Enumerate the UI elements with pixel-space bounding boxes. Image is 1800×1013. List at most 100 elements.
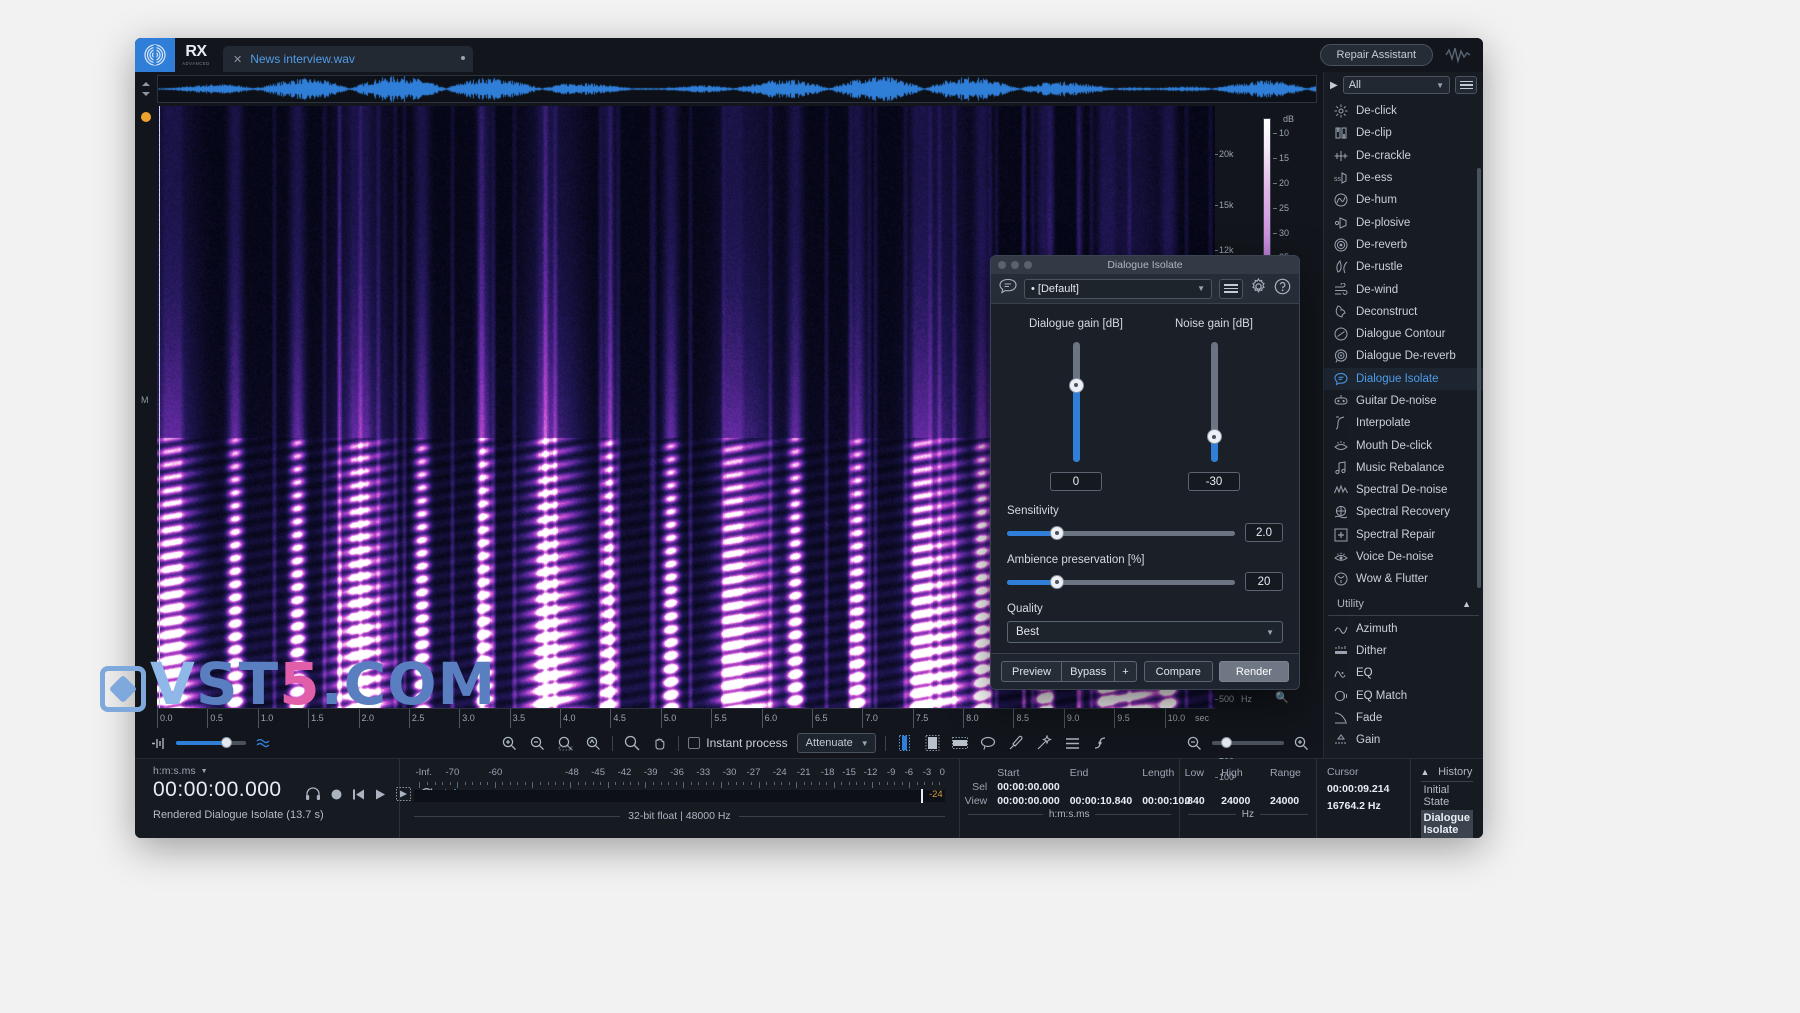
attenuate-dropdown[interactable]: Attenuate ▼ [797,733,876,753]
waveform-icon[interactable] [1445,46,1471,64]
help-icon[interactable] [1274,278,1291,300]
overview-waveform[interactable] [157,75,1317,103]
module-filter-dropdown[interactable]: All ▼ [1343,76,1450,94]
headphone-monitor-icon[interactable] [305,787,321,804]
sidebar-item-dialogue-contour[interactable]: Dialogue Contour [1324,323,1483,345]
noise-gain-knob[interactable] [1207,429,1222,444]
sel-end-value[interactable] [1065,780,1137,794]
add-preview-button[interactable]: + [1115,662,1135,681]
preset-comment-icon[interactable] [999,278,1017,299]
zoom-out-icon[interactable]: 🔍 [1275,691,1289,704]
sidebar-item-music-rebalance[interactable]: Music Rebalance [1324,457,1483,479]
time-ruler-bar[interactable]: sec 0.00.51.01.52.02.53.03.54.04.55.05.5… [157,708,1215,728]
sidebar-item-deconstruct[interactable]: Deconstruct [1324,301,1483,323]
bypass-button[interactable]: Bypass [1062,662,1115,681]
sidebar-item-interpolate[interactable]: Interpolate [1324,412,1483,434]
skip-to-start-icon[interactable] [352,788,365,804]
magnify-tool-icon[interactable] [622,734,641,753]
repair-assistant-button[interactable]: Repair Assistant [1320,44,1433,66]
freq-high-value[interactable]: 24000 [1216,794,1265,808]
time-marker-icon[interactable] [141,112,151,122]
sensitivity-knob[interactable] [1050,526,1064,540]
sidebar-item-de-hum[interactable]: De-hum [1324,189,1483,211]
horizontal-zoom-knob[interactable] [1221,737,1232,748]
sensitivity-slider[interactable] [1007,526,1235,540]
history-item[interactable]: Initial State [1421,782,1473,810]
sidebar-item-de-plosive[interactable]: De-plosive [1324,211,1483,233]
sidebar-item-spectral-recovery[interactable]: Spectral Recovery [1324,501,1483,523]
volume-icon[interactable] [149,734,168,753]
module-list[interactable]: De-clickDe-clipDe-cracklessDe-essDe-humD… [1324,98,1483,758]
sidebar-item-eq-match[interactable]: EQ Match [1324,684,1483,706]
instant-process-toggle[interactable]: Instant process [688,736,787,750]
render-button[interactable]: Render [1219,661,1289,682]
record-icon[interactable] [330,788,343,804]
zoom-in-time-icon[interactable] [500,734,519,753]
ambience-value[interactable]: 20 [1245,572,1283,591]
spectrogram-settings-icon[interactable] [254,734,273,753]
dialogue-gain-knob[interactable] [1069,378,1084,393]
sidebar-item-de-ess[interactable]: ssDe-ess [1324,167,1483,189]
freq-low-value[interactable]: 0 [1180,794,1216,808]
playhead-cursor[interactable] [159,106,160,708]
frequency-selection-tool-icon[interactable] [951,734,970,753]
file-tab[interactable]: ✕ News interview.wav [223,46,473,72]
sidebar-item-de-click[interactable]: De-click [1324,100,1483,122]
ambience-knob[interactable] [1050,575,1064,589]
compare-button[interactable]: Compare [1144,661,1213,682]
module-list-scrollbar[interactable] [1477,168,1481,588]
sidebar-item-wow-flutter[interactable]: Wow & Flutter [1324,568,1483,590]
dialogue-gain-slider[interactable] [1007,342,1145,462]
zoom-out-vertical-icon[interactable] [1185,734,1204,753]
sidebar-item-voice-de-noise[interactable]: Voice De-noise [1324,546,1483,568]
preset-dropdown[interactable]: • [Default] ▼ [1024,279,1212,299]
overview-handle[interactable] [135,72,157,106]
freq-range-value[interactable]: 24000 [1265,794,1316,808]
quality-dropdown[interactable]: Best ▼ [1007,621,1283,643]
sidebar-item-mouth-de-click[interactable]: Mouth De-click [1324,434,1483,456]
collapse-triangle-icon[interactable]: ▲ [1462,599,1471,609]
instant-process-checkbox[interactable] [688,737,700,749]
close-icon[interactable]: ✕ [233,53,242,66]
sidebar-item-guitar-de-noise[interactable]: Guitar De-noise [1324,390,1483,412]
sidebar-item-azimuth[interactable]: Azimuth [1324,618,1483,640]
horizontal-zoom-slider[interactable] [1212,741,1284,745]
sidebar-item-de-reverb[interactable]: De-reverb [1324,234,1483,256]
time-format-selector[interactable]: h:m:s.ms ▼ [153,765,399,777]
history-list[interactable]: Initial StateDialogue Isolate [1421,782,1473,838]
app-logo-icon[interactable] [135,38,175,72]
time-ruler[interactable]: sec 0.00.51.01.52.02.53.03.54.04.55.05.5… [135,708,1323,728]
zoom-in-vertical-icon[interactable] [1292,734,1311,753]
sidebar-menu-button[interactable] [1455,76,1477,94]
gear-icon[interactable] [1250,278,1267,300]
noise-gain-value[interactable]: -30 [1188,472,1240,491]
sidebar-item-de-wind[interactable]: De-wind [1324,278,1483,300]
pan-hand-icon[interactable] [650,734,669,753]
sidebar-item-eq[interactable]: EQ [1324,662,1483,684]
selection-options-icon[interactable] [1091,734,1110,753]
play-icon[interactable] [374,788,387,804]
preview-button[interactable]: Preview [1002,662,1062,681]
lasso-selection-tool-icon[interactable] [979,734,998,753]
dialog-title-bar[interactable]: Dialogue Isolate [991,256,1299,274]
sidebar-item-gain[interactable]: Gain [1324,729,1483,751]
selection-mode-icon[interactable] [1063,734,1082,753]
view-end-value[interactable]: 00:00:10.840 [1065,794,1137,808]
sidebar-item-de-crackle[interactable]: De-crackle [1324,145,1483,167]
sensitivity-value[interactable]: 2.0 [1245,523,1283,542]
sidebar-item-spectral-repair[interactable]: Spectral Repair [1324,524,1483,546]
sidebar-item-fade[interactable]: Fade [1324,707,1483,729]
level-meter-bar[interactable]: -24 [414,790,945,802]
volume-slider[interactable] [176,741,246,745]
ambience-slider[interactable] [1007,575,1235,589]
collapse-triangle-icon[interactable]: ▲ [1421,767,1430,777]
magic-wand-tool-icon[interactable] [1035,734,1054,753]
brush-selection-tool-icon[interactable] [1007,734,1026,753]
history-item[interactable]: Dialogue Isolate [1421,810,1473,838]
preset-menu-button[interactable] [1219,279,1243,299]
sidebar-item-dialogue-isolate[interactable]: Dialogue Isolate [1324,368,1483,390]
volume-slider-knob[interactable] [221,737,232,748]
view-start-value[interactable]: 00:00:00.000 [992,794,1064,808]
sidebar-play-icon[interactable]: ▶ [1330,80,1338,91]
zoom-to-selection-icon[interactable] [556,734,575,753]
